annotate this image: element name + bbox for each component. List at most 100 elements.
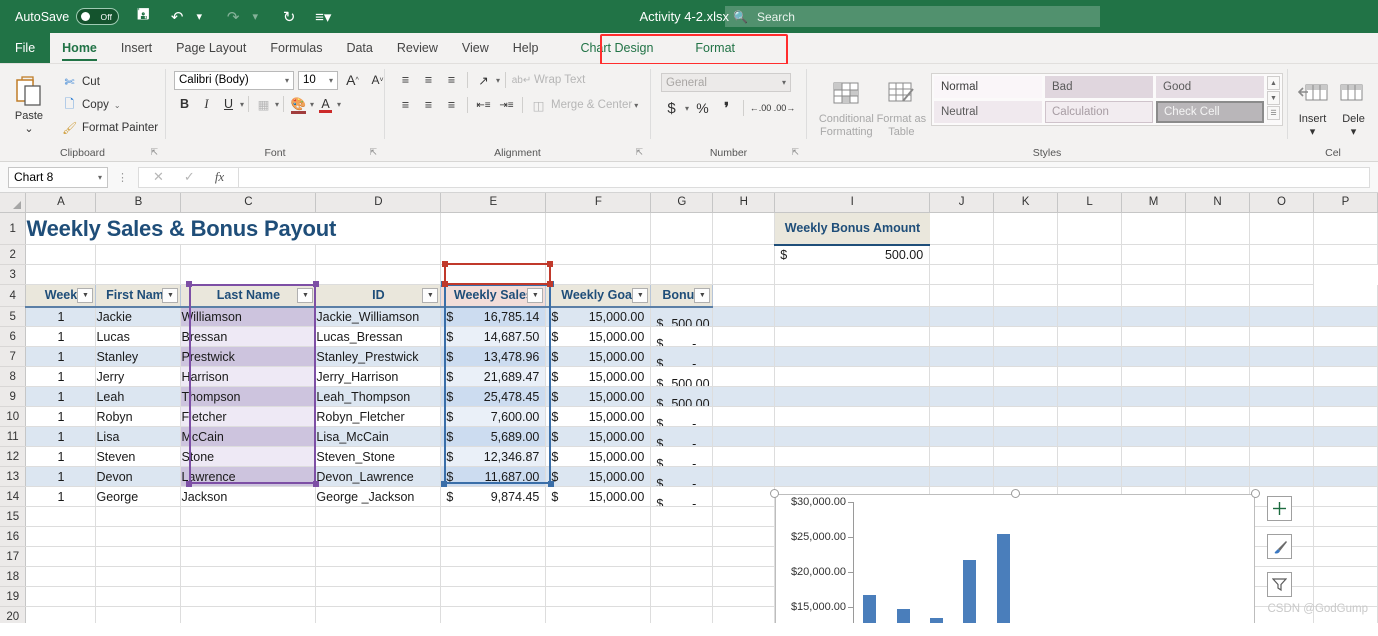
cell-bonus[interactable]: $ - (650, 326, 714, 347)
cell-weekly-sales[interactable]: $21,689.47 (440, 366, 547, 387)
cell-weekly-sales[interactable]: $12,346.87 (440, 446, 547, 467)
fill-color-chevron-icon[interactable]: ▾ (310, 100, 314, 109)
row-header-15[interactable]: 15 (0, 506, 27, 527)
cell-id[interactable]: Robyn_Fletcher (315, 406, 442, 427)
table-row[interactable]: 10 1 Robyn Fletcher Robyn_Fletcher $7,600.00 $… (0, 406, 1378, 427)
cell-last-name[interactable]: Jackson (180, 486, 317, 507)
delete-cells-button[interactable]: Dele ▾ (1333, 73, 1374, 139)
decrease-decimal-icon[interactable]: .00→ (774, 98, 796, 118)
cell-id[interactable]: Devon_Lawrence (315, 466, 442, 487)
row-header-3[interactable]: 3 (0, 264, 27, 285)
scroll-down-icon[interactable]: ▼ (1267, 91, 1280, 105)
cell-last-name[interactable]: McCain (180, 426, 317, 447)
cell-bonus[interactable]: $ - (650, 406, 714, 427)
table-header-first-name[interactable]: First Name ▼ (95, 284, 182, 308)
cell-weekly-sales[interactable]: $5,689.00 (440, 426, 547, 447)
tab-format[interactable]: Format (683, 33, 747, 63)
cell-last-name[interactable]: Prestwick (180, 346, 317, 367)
row-header-2[interactable]: 2 (0, 244, 27, 265)
formula-input[interactable] (238, 166, 1370, 188)
tab-chart-design[interactable]: Chart Design (568, 33, 665, 63)
filter-icon[interactable]: ▼ (422, 288, 439, 303)
cell-week[interactable]: 1 (25, 386, 97, 407)
table-row[interactable]: 9 1 Leah Thompson Leah_Thompson $25,478.45 $15… (0, 386, 1378, 407)
cell-last-name[interactable]: Harrison (180, 366, 317, 387)
cell-first-name[interactable]: Lisa (95, 426, 182, 447)
align-bottom-button[interactable]: ≡ (441, 70, 462, 90)
cell-first-name[interactable]: Lucas (95, 326, 182, 347)
col-header-H[interactable]: H (712, 193, 776, 213)
copy-button[interactable]: 🗋 Copy ⌄ (62, 95, 158, 115)
borders-icon[interactable]: ▦ (253, 94, 274, 114)
cell-bonus[interactable]: $ - (650, 426, 714, 447)
cell-weekly-sales[interactable]: $9,874.45 (440, 486, 547, 507)
bonus-amount-value[interactable]: $ 500.00 (774, 244, 931, 265)
copy-chevron-icon[interactable]: ⌄ (114, 101, 121, 110)
cell-week[interactable]: 1 (25, 306, 97, 327)
filter-icon[interactable]: ▼ (694, 288, 711, 303)
insert-cells-button[interactable]: Insert ▾ (1292, 73, 1333, 139)
cell-week[interactable]: 1 (25, 446, 97, 467)
format-painter-button[interactable]: 🖌 Format Painter (62, 118, 158, 138)
accounting-chevron-icon[interactable]: ▾ (685, 104, 689, 113)
confirm-icon[interactable]: ✓ (184, 169, 195, 185)
cell-weekly-goal[interactable]: $15,000.00 (545, 466, 652, 487)
insert-chevron-icon[interactable]: ▾ (1310, 126, 1316, 139)
undo-chevron-icon[interactable]: ▾ (189, 6, 209, 28)
tab-page-layout[interactable]: Page Layout (164, 33, 258, 63)
scroll-up-icon[interactable]: ▲ (1267, 76, 1280, 90)
chart-elements-button[interactable] (1267, 496, 1292, 521)
cell-last-name[interactable]: Thompson (180, 386, 317, 407)
row-header-5[interactable]: 5 (0, 306, 27, 327)
row-header-9[interactable]: 9 (0, 386, 27, 407)
cell-style-good[interactable]: Good (1156, 76, 1264, 98)
cell-week[interactable]: 1 (25, 366, 97, 387)
table-row[interactable]: 13 1 Devon Lawrence Devon_Lawrence $11,687.00… (0, 466, 1378, 487)
cell-first-name[interactable]: Stanley (95, 346, 182, 367)
col-header-G[interactable]: G (650, 193, 714, 213)
cell-first-name[interactable]: Robyn (95, 406, 182, 427)
col-header-P[interactable]: P (1313, 193, 1378, 213)
cell-first-name[interactable]: Leah (95, 386, 182, 407)
cell-weekly-goal[interactable]: $15,000.00 (545, 386, 652, 407)
col-header-C[interactable]: C (180, 193, 317, 213)
search-box[interactable]: 🔍 Search (725, 6, 1100, 27)
row-header-8[interactable]: 8 (0, 366, 27, 387)
filter-icon[interactable]: ▼ (77, 288, 94, 303)
increase-font-size-button[interactable]: A ^ (342, 70, 363, 90)
col-header-E[interactable]: E (440, 193, 547, 213)
orientation-icon[interactable]: ↗ (473, 70, 494, 90)
customize-quick-access-icon[interactable]: ≡▾ (313, 6, 333, 28)
accounting-format-button[interactable]: $ (661, 98, 682, 118)
styles-more-icon[interactable]: ☰ (1267, 106, 1280, 120)
cell-style-check-cell[interactable]: Check Cell (1156, 101, 1264, 123)
undo-icon[interactable]: ↶ (167, 6, 187, 28)
cell-week[interactable]: 1 (25, 346, 97, 367)
cell-bonus[interactable]: $ - (650, 446, 714, 467)
col-header-K[interactable]: K (993, 193, 1059, 213)
tab-insert[interactable]: Insert (109, 33, 164, 63)
save-icon[interactable]: 🖪 (133, 6, 153, 28)
cell-id[interactable]: Jerry_Harrison (315, 366, 442, 387)
alignment-dialog-launcher[interactable]: ⇱ (635, 144, 643, 160)
table-header-bonus[interactable]: Bonus ▼ (650, 284, 714, 308)
table-header-id[interactable]: ID ▼ (315, 284, 442, 308)
paste-button[interactable]: Paste ⌄ (4, 70, 54, 136)
merge-center-label[interactable]: Merge & Center (551, 99, 632, 111)
tab-formulas[interactable]: Formulas (258, 33, 334, 63)
row-header-16[interactable]: 16 (0, 526, 27, 547)
underline-chevron-icon[interactable]: ▾ (240, 100, 244, 109)
cell-first-name[interactable]: Jackie (95, 306, 182, 327)
cell-last-name[interactable]: Lawrence (180, 466, 317, 487)
table-header-week[interactable]: Week ▼ (25, 284, 97, 308)
col-header-N[interactable]: N (1185, 193, 1250, 213)
filter-icon[interactable]: ▼ (162, 288, 179, 303)
cancel-icon[interactable]: ✕ (153, 169, 164, 185)
cell-weekly-goal[interactable]: $15,000.00 (545, 426, 652, 447)
cell-weekly-sales[interactable]: $11,687.00 (440, 466, 547, 487)
cell-first-name[interactable]: Jerry (95, 366, 182, 387)
chart-styles-button[interactable] (1267, 534, 1292, 559)
cell-last-name[interactable]: Williamson (180, 306, 317, 327)
table-row[interactable]: 7 1 Stanley Prestwick Stanley_Prestwick $13,4… (0, 346, 1378, 367)
cell-last-name[interactable]: Fletcher (180, 406, 317, 427)
